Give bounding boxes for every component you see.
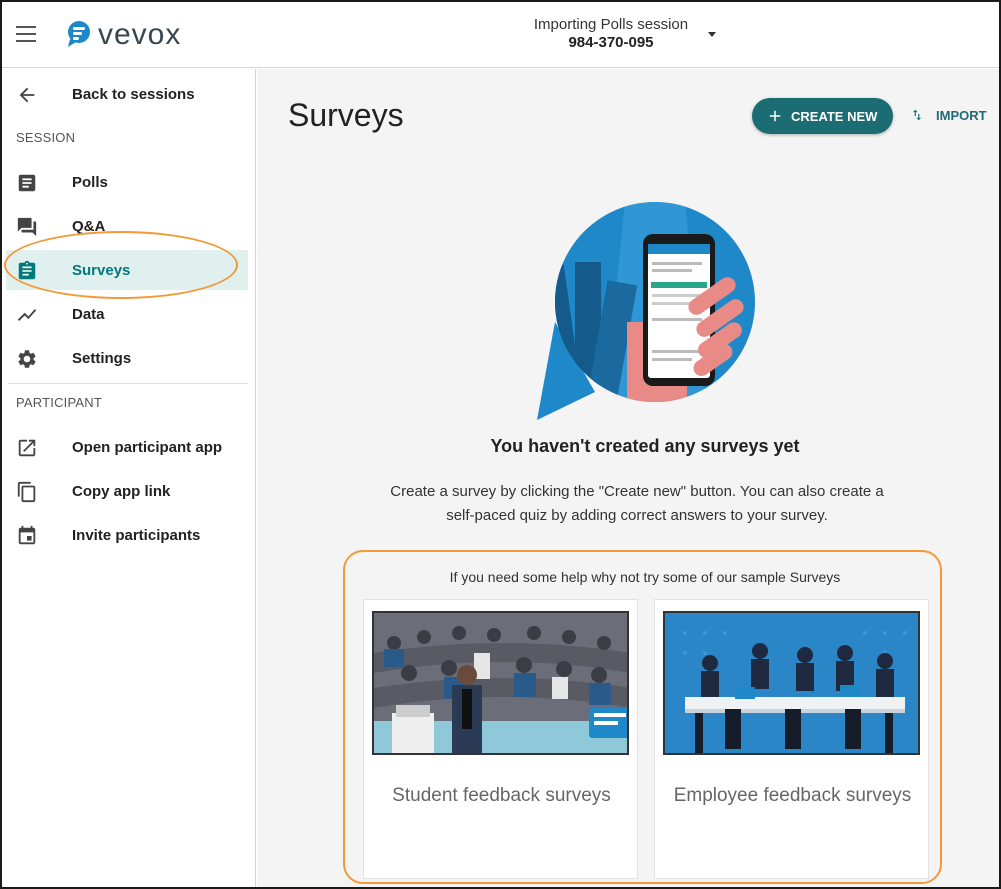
empty-state-illustration — [537, 202, 755, 420]
data-icon — [17, 309, 37, 321]
session-name: Importing Polls session — [533, 16, 689, 33]
sidebar-item-label: Copy app link — [72, 482, 171, 500]
app-window: vevox Importing Polls session 984-370-09… — [0, 0, 1001, 889]
session-selector[interactable]: Importing Polls session 984-370-095 — [502, 16, 720, 52]
sidebar-item-label: Polls — [72, 173, 108, 191]
qa-icon — [17, 217, 37, 237]
sidebar-item-open-participant-app[interactable]: Open participant app — [6, 427, 248, 467]
empty-state-title: You haven't created any surveys yet — [490, 436, 800, 456]
main-content: Surveys CREATE NEW IMPORT You haven't cr… — [257, 69, 999, 887]
open-external-icon — [18, 439, 36, 457]
sidebar-item-label: Open participant app — [72, 438, 223, 456]
sidebar-item-data[interactable]: Data — [6, 294, 248, 334]
plus-icon — [769, 110, 781, 122]
section-participant-label: PARTICIPANT — [16, 395, 102, 410]
back-to-sessions-link[interactable]: Back to sessions — [6, 74, 248, 114]
sidebar-item-surveys[interactable]: Surveys — [6, 250, 248, 290]
menu-icon[interactable] — [16, 26, 36, 42]
vevox-logo[interactable]: vevox — [66, 17, 181, 53]
session-code: 984-370-095 — [568, 34, 654, 51]
polls-icon — [18, 174, 36, 192]
calendar-icon — [18, 525, 36, 545]
create-new-button[interactable]: CREATE NEW — [752, 98, 893, 134]
create-new-label: CREATE NEW — [791, 109, 878, 124]
sidebar-item-label: Surveys — [72, 261, 131, 279]
sidebar-item-settings[interactable]: Settings — [6, 338, 248, 378]
sidebar-item-qa[interactable]: Q&A — [6, 206, 248, 246]
vevox-logo-mark — [68, 21, 90, 47]
sidebar-item-copy-app-link[interactable]: Copy app link — [6, 471, 248, 511]
back-label: Back to sessions — [72, 85, 195, 103]
sidebar-item-label: Q&A — [72, 217, 106, 235]
sidebar-item-label: Settings — [72, 349, 132, 367]
sample-surveys-highlight — [343, 550, 942, 884]
logo-text: vevox — [98, 18, 182, 51]
sidebar: Back to sessions SESSION Polls Q&A Surve… — [2, 69, 256, 887]
gear-icon — [18, 350, 36, 368]
empty-state-description: Create a survey by clicking the "Create … — [390, 483, 884, 524]
sidebar-item-invite-participants[interactable]: Invite participants — [6, 515, 248, 555]
caret-down-icon[interactable] — [708, 32, 716, 37]
sidebar-divider — [8, 383, 248, 384]
sidebar-item-label: Data — [72, 305, 105, 323]
top-bar: vevox Importing Polls session 984-370-09… — [2, 2, 999, 68]
import-arrows-icon — [912, 109, 922, 121]
copy-icon — [17, 481, 36, 503]
sidebar-item-label: Invite participants — [72, 526, 201, 544]
arrow-back-icon — [19, 87, 35, 103]
section-session-label: SESSION — [16, 130, 76, 145]
page-title: Surveys — [288, 97, 404, 133]
surveys-icon — [18, 260, 36, 280]
sidebar-item-polls[interactable]: Polls — [6, 162, 248, 202]
import-label: IMPORT — [936, 108, 987, 123]
